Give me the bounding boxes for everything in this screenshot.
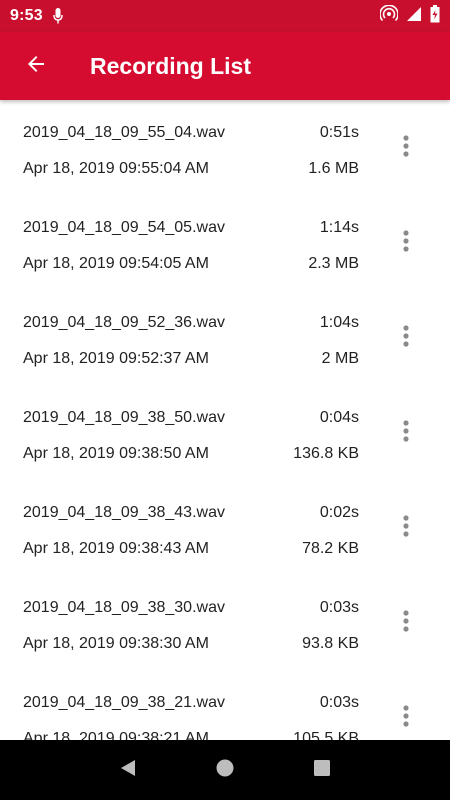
recording-duration: 0:03s [319, 694, 359, 711]
recording-duration: 1:04s [319, 314, 359, 331]
status-time: 9:53 [10, 7, 43, 24]
recording-item[interactable]: 2019_04_18_09_38_30.wav 0:03s Apr 18, 20… [0, 575, 450, 670]
recording-name: 2019_04_18_09_38_21.wav [23, 694, 225, 711]
nav-back-button[interactable] [108, 750, 148, 790]
recording-size: 78.2 KB [302, 540, 359, 557]
arrow-back-icon [24, 52, 48, 81]
recording-item[interactable]: 2019_04_18_09_55_04.wav 0:51s Apr 18, 20… [0, 100, 450, 195]
recording-date: Apr 18, 2019 09:38:21 AM [23, 730, 209, 740]
more-vert-icon [402, 324, 410, 352]
recording-duration: 0:04s [319, 409, 359, 426]
back-triangle-icon [118, 758, 138, 783]
status-bar: 9:53 [0, 0, 450, 32]
more-options-button[interactable] [392, 417, 420, 449]
more-vert-icon [402, 134, 410, 162]
more-options-button[interactable] [392, 322, 420, 354]
recording-item[interactable]: 2019_04_18_09_52_36.wav 1:04s Apr 18, 20… [0, 290, 450, 385]
recording-date: Apr 18, 2019 09:38:43 AM [23, 540, 209, 557]
navigation-bar [0, 740, 450, 800]
recording-item[interactable]: 2019_04_18_09_38_43.wav 0:02s Apr 18, 20… [0, 480, 450, 575]
more-options-button[interactable] [392, 132, 420, 164]
recording-duration: 0:02s [319, 504, 359, 521]
recording-size: 2.3 MB [308, 255, 359, 272]
recording-name: 2019_04_18_09_38_50.wav [23, 409, 225, 426]
recording-size: 2 MB [321, 350, 359, 367]
nav-home-button[interactable] [205, 750, 245, 790]
recording-date: Apr 18, 2019 09:52:37 AM [23, 350, 209, 367]
more-vert-icon [402, 229, 410, 257]
more-vert-icon [402, 704, 410, 732]
page-title: Recording List [90, 52, 252, 79]
recording-name: 2019_04_18_09_54_05.wav [23, 219, 225, 236]
more-options-button[interactable] [392, 607, 420, 639]
recording-date: Apr 18, 2019 09:55:04 AM [23, 160, 209, 177]
recording-size: 105.5 KB [293, 730, 359, 740]
recording-date: Apr 18, 2019 09:38:30 AM [23, 635, 209, 652]
recording-item[interactable]: 2019_04_18_09_54_05.wav 1:14s Apr 18, 20… [0, 195, 450, 290]
recording-name: 2019_04_18_09_52_36.wav [23, 314, 225, 331]
recording-size: 93.8 KB [302, 635, 359, 652]
app-bar: Recording List [0, 32, 450, 100]
recording-duration: 1:14s [319, 219, 359, 236]
recording-size: 136.8 KB [293, 445, 359, 462]
nav-recents-button[interactable] [302, 750, 342, 790]
signal-icon [406, 6, 422, 27]
recording-name: 2019_04_18_09_38_30.wav [23, 599, 225, 616]
recording-duration: 0:03s [319, 599, 359, 616]
more-vert-icon [402, 609, 410, 637]
recording-name: 2019_04_18_09_55_04.wav [23, 124, 225, 141]
status-icons [379, 4, 440, 28]
recording-item[interactable]: 2019_04_18_09_38_50.wav 0:04s Apr 18, 20… [0, 385, 450, 480]
back-button[interactable] [8, 38, 64, 94]
battery-icon [430, 4, 440, 28]
recents-square-icon [312, 758, 332, 783]
recording-list[interactable]: 2019_04_18_09_55_04.wav 0:51s Apr 18, 20… [0, 100, 450, 740]
more-options-button[interactable] [392, 227, 420, 259]
more-options-button[interactable] [392, 512, 420, 544]
recording-duration: 0:51s [319, 124, 359, 141]
recording-size: 1.6 MB [308, 160, 359, 177]
recording-date: Apr 18, 2019 09:54:05 AM [23, 255, 209, 272]
home-circle-icon [215, 758, 235, 783]
recording-date: Apr 18, 2019 09:38:50 AM [23, 445, 209, 462]
more-options-button[interactable] [392, 702, 420, 734]
hotspot-icon [379, 4, 399, 28]
recording-item[interactable]: 2019_04_18_09_38_21.wav 0:03s Apr 18, 20… [0, 670, 450, 740]
recording-name: 2019_04_18_09_38_43.wav [23, 504, 225, 521]
more-vert-icon [402, 514, 410, 542]
more-vert-icon [402, 419, 410, 447]
microphone-icon [53, 8, 63, 24]
